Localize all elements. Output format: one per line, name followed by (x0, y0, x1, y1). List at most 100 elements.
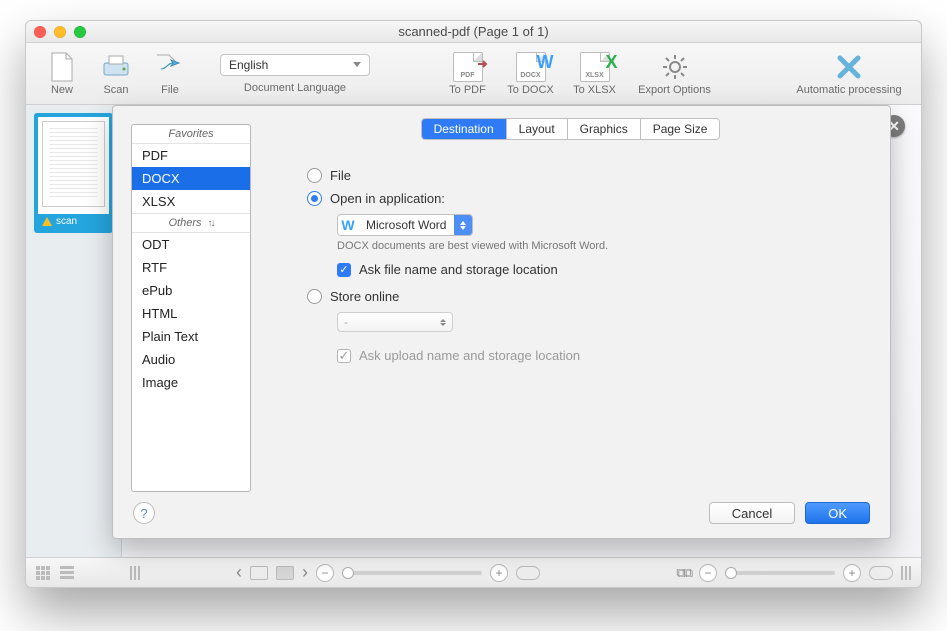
application-hint: DOCX documents are best viewed with Micr… (337, 240, 868, 252)
format-html[interactable]: HTML (132, 302, 250, 325)
pdf-icon: PDF (453, 52, 483, 82)
scan-label: Scan (103, 84, 128, 96)
format-image[interactable]: Image (132, 371, 250, 394)
zoom-slider[interactable] (342, 571, 482, 575)
settings-panel: Destination Layout Graphics Page Size Fi… (251, 106, 890, 492)
option-store-label: Store online (330, 289, 399, 304)
new-label: New (51, 84, 73, 96)
file-label: File (161, 84, 179, 96)
link-icon[interactable]: ⧉⧉ (676, 565, 691, 581)
next-page-icon[interactable]: › (302, 562, 308, 583)
thumbnail-label: scan (56, 216, 77, 227)
scanner-icon (101, 52, 131, 82)
to-docx-button[interactable]: DOCX W To DOCX (502, 52, 560, 96)
format-audio[interactable]: Audio (132, 348, 250, 371)
format-plain-text[interactable]: Plain Text (132, 325, 250, 348)
format-odt[interactable]: ODT (132, 233, 250, 256)
tab-layout[interactable]: Layout (507, 119, 568, 139)
view-list-icon[interactable] (60, 566, 74, 579)
language-value: English (229, 58, 268, 72)
app-window: scanned-pdf (Page 1 of 1) New Scan File … (25, 20, 922, 588)
auto-processing-label: Automatic processing (796, 84, 901, 96)
page-thumbnail[interactable]: scan (34, 113, 113, 233)
columns-icon[interactable] (130, 566, 140, 580)
new-document-icon (47, 52, 77, 82)
help-button[interactable]: ? (133, 502, 155, 524)
tab-graphics[interactable]: Graphics (568, 119, 641, 139)
content-area: scan ✕ Favorites PDF DOCX XLSX Others ↑↓… (26, 105, 921, 557)
page-indicator-2[interactable] (276, 566, 294, 580)
option-open-app-label: Open in application: (330, 191, 445, 206)
slider-knob[interactable] (342, 567, 354, 579)
dialog-footer: ? Cancel OK (113, 492, 890, 538)
view-grid-icon[interactable] (36, 566, 56, 580)
prev-page-icon[interactable]: ‹ (236, 562, 242, 583)
zoom-slider-2[interactable] (725, 571, 835, 575)
columns-icon-2[interactable] (901, 566, 911, 580)
word-icon: W (338, 215, 358, 235)
stepper-icon (440, 319, 446, 326)
tab-page-size[interactable]: Page Size (641, 119, 720, 139)
ask-filename-label: Ask file name and storage location (359, 262, 558, 277)
checkbox-ask-filename[interactable]: ✓ (337, 263, 351, 277)
format-rtf[interactable]: RTF (132, 256, 250, 279)
to-xlsx-button[interactable]: XLSX X To XLSX (566, 52, 624, 96)
page-indicator[interactable] (250, 566, 268, 580)
gear-icon (660, 52, 690, 82)
cancel-button[interactable]: Cancel (709, 502, 795, 524)
application-select[interactable]: W Microsoft Word (337, 214, 473, 236)
format-xlsx[interactable]: XLSX (132, 190, 250, 213)
to-xlsx-label: To XLSX (573, 84, 616, 96)
option-file-label: File (330, 168, 351, 183)
thumbnail-panel: scan (26, 105, 122, 557)
slider-knob-2[interactable] (725, 567, 737, 579)
chevron-down-icon (353, 62, 361, 67)
toolbar: New Scan File English Document Language … (26, 43, 921, 105)
ask-upload-label: Ask upload name and storage location (359, 348, 580, 363)
zoom-out-2-button[interactable]: − (699, 564, 717, 582)
zoom-in-2-button[interactable]: + (843, 564, 861, 582)
xlsx-icon: XLSX X (580, 52, 610, 82)
radio-file[interactable] (307, 168, 322, 183)
warning-icon (42, 217, 52, 226)
export-options-label: Export Options (638, 84, 711, 96)
zoom-in-button[interactable]: + (490, 564, 508, 582)
scan-button[interactable]: Scan (92, 52, 140, 96)
format-docx[interactable]: DOCX (132, 167, 250, 190)
sort-arrows-icon[interactable]: ↑↓ (208, 218, 214, 229)
others-header: Others ↑↓ (132, 213, 250, 233)
export-options-button[interactable]: Export Options (630, 52, 720, 96)
ok-button[interactable]: OK (805, 502, 870, 524)
radio-open-in-app[interactable] (307, 191, 322, 206)
zoom-out-button[interactable]: − (316, 564, 334, 582)
to-pdf-label: To PDF (449, 84, 486, 96)
tab-destination[interactable]: Destination (422, 119, 507, 139)
language-caption: Document Language (244, 82, 346, 94)
zoom-fit-button[interactable] (516, 566, 540, 580)
docx-icon: DOCX W (516, 52, 546, 82)
application-value: Microsoft Word (358, 218, 454, 232)
zoom-fit-2-button[interactable] (869, 566, 893, 580)
stepper-icon (454, 215, 472, 235)
file-button[interactable]: File (146, 52, 194, 96)
format-list: Favorites PDF DOCX XLSX Others ↑↓ ODT RT… (131, 124, 251, 492)
thumbnail-preview (42, 121, 105, 207)
to-docx-label: To DOCX (507, 84, 553, 96)
tab-control: Destination Layout Graphics Page Size (421, 118, 721, 140)
store-value: - (344, 315, 348, 329)
language-select[interactable]: English (220, 54, 370, 76)
to-pdf-button[interactable]: PDF To PDF (440, 52, 496, 96)
file-import-icon (155, 52, 185, 82)
format-pdf[interactable]: PDF (132, 144, 250, 167)
favorites-header: Favorites (132, 125, 250, 144)
format-epub[interactable]: ePub (132, 279, 250, 302)
window-title: scanned-pdf (Page 1 of 1) (26, 24, 921, 39)
new-button[interactable]: New (38, 52, 86, 96)
auto-processing-icon (834, 52, 864, 82)
radio-store-online[interactable] (307, 289, 322, 304)
store-online-select[interactable]: - (337, 312, 453, 332)
checkbox-ask-upload: ✓ (337, 349, 351, 363)
titlebar: scanned-pdf (Page 1 of 1) (26, 21, 921, 43)
status-bar: ‹ › − + ⧉⧉ − + (26, 557, 921, 587)
auto-processing-button[interactable]: Automatic processing (789, 52, 909, 96)
